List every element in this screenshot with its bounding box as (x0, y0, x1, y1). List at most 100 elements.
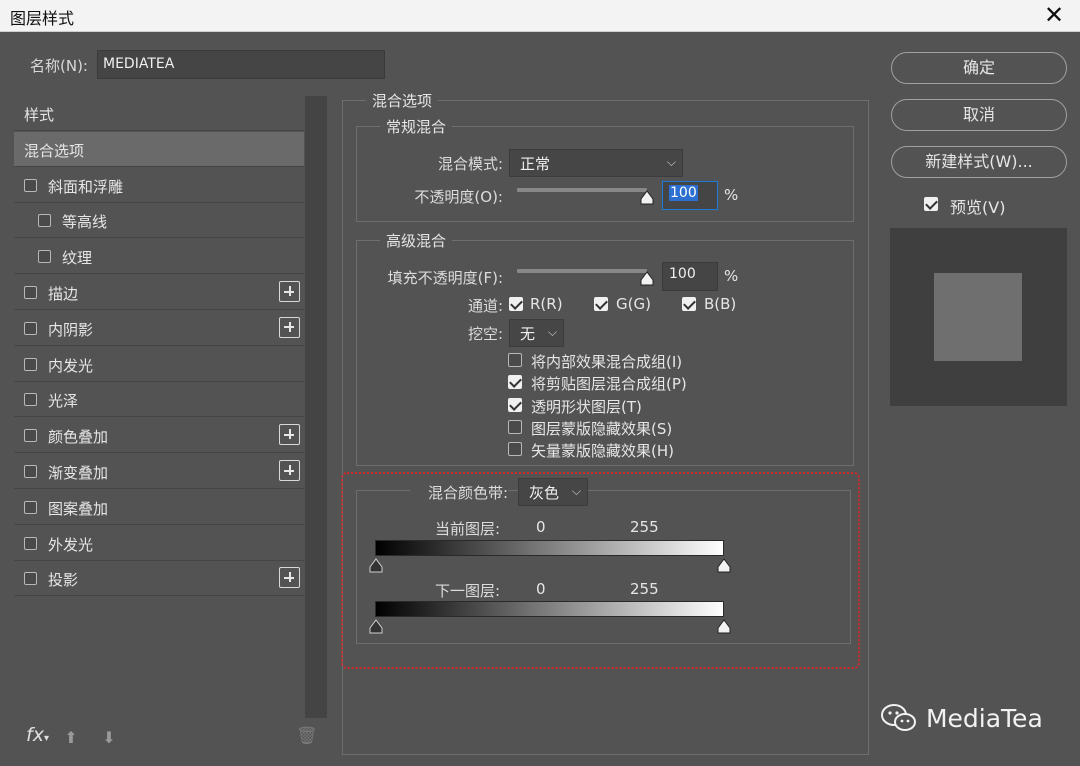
add-effect-icon[interactable] (279, 567, 300, 589)
style-checkbox[interactable] (24, 429, 37, 443)
advanced-option-label: 矢量蒙版隐藏效果(H) (531, 442, 674, 461)
channel-b-label: B(B) (704, 295, 737, 313)
move-up-icon[interactable]: ⬆ (62, 728, 80, 747)
styles-list-item-label: 纹理 (62, 249, 93, 268)
fill-opacity-label: 填充不透明度(F): (387, 269, 503, 287)
style-checkbox[interactable] (24, 393, 37, 407)
styles-list-item[interactable]: 渐变叠加 (14, 454, 304, 489)
blend-mode-label: 混合模式: (437, 155, 503, 173)
styles-list-scrollbar[interactable] (305, 96, 327, 718)
advanced-option-checkbox[interactable] (508, 375, 522, 390)
name-input[interactable]: MEDIATEA (97, 50, 385, 79)
chevron-down-icon: ⌵ (547, 325, 557, 339)
styles-list-item[interactable]: 等高线 (14, 203, 304, 239)
styles-list-item[interactable]: 内发光 (14, 346, 304, 382)
opacity-percent: % (724, 186, 739, 204)
styles-list-item-label: 投影 (48, 571, 79, 590)
preview-swatch (934, 273, 1022, 361)
general-blending-title: 常规混合 (380, 116, 453, 137)
add-effect-icon[interactable] (279, 316, 300, 338)
styles-list-item[interactable]: 斜面和浮雕 (14, 167, 304, 203)
opacity-slider-thumb[interactable] (639, 190, 655, 206)
styles-list-item-label: 光泽 (48, 392, 79, 411)
style-checkbox[interactable] (24, 465, 37, 478)
knockout-select[interactable]: 无 ⌵ (509, 319, 564, 347)
chevron-down-icon: ⌵ (666, 155, 676, 169)
styles-list: 样式混合选项斜面和浮雕等高线纹理描边内阴影内发光光泽颜色叠加渐变叠加图案叠加 外发… (14, 96, 305, 616)
blend-mode-select[interactable]: 正常 ⌵ (509, 149, 683, 177)
advanced-option-checkbox[interactable] (508, 353, 522, 367)
title-bar: 图层样式 ✕ (0, 0, 1080, 32)
styles-list-item-label: 等高线 (62, 213, 108, 232)
red-highlight-annotation (341, 472, 860, 669)
styles-list-item-label: 渐变叠加 (48, 464, 109, 482)
opacity-label: 不透明度(O): (414, 188, 503, 206)
new-style-button[interactable]: 新建样式(W)... (891, 146, 1067, 178)
blend-mode-value: 正常 (520, 155, 551, 173)
blend-options-title: 混合选项 (366, 90, 439, 111)
trash-icon[interactable]: 🗑 (296, 726, 318, 746)
watermark: MediaTea (880, 703, 1043, 733)
styles-list-item[interactable]: 描边 (14, 275, 304, 310)
advanced-blending-title: 高级混合 (380, 230, 453, 251)
styles-list-item[interactable]: 外发光 (14, 525, 304, 561)
advanced-option-checkbox[interactable] (508, 419, 522, 434)
channel-g-checkbox[interactable] (594, 297, 608, 311)
styles-list-item-label: 描边 (48, 285, 79, 303)
style-checkbox[interactable] (24, 321, 37, 335)
advanced-option-checkbox[interactable] (508, 397, 522, 412)
advanced-option-label: 透明形状图层(T) (531, 397, 642, 416)
styles-list-item[interactable]: 投影 (14, 561, 304, 597)
cancel-button[interactable]: 取消 (891, 99, 1067, 131)
styles-list-item[interactable]: 纹理 (14, 239, 304, 275)
preview-checkbox[interactable] (924, 197, 938, 211)
ok-button[interactable]: 确定 (891, 52, 1067, 84)
fill-opacity-slider-thumb[interactable] (639, 271, 655, 287)
style-checkbox[interactable] (38, 250, 51, 264)
fill-opacity-input[interactable]: 100 (662, 262, 718, 291)
opacity-slider-track[interactable] (517, 188, 647, 192)
knockout-value: 无 (520, 325, 536, 343)
advanced-option-label: 将内部效果混合成组(I) (531, 353, 683, 371)
fx-icon[interactable]: fx▾ (26, 724, 49, 746)
name-label: 名称(N): (30, 57, 88, 75)
wechat-icon (881, 704, 916, 731)
style-checkbox[interactable] (24, 500, 37, 514)
fill-opacity-slider-track[interactable] (517, 269, 647, 273)
watermark-text: MediaTea (925, 704, 1043, 733)
styles-list-item[interactable]: 颜色叠加 (14, 418, 304, 454)
styles-list-item[interactable]: 光泽 (14, 382, 304, 418)
style-checkbox[interactable] (24, 536, 37, 550)
styles-list-item-label: 样式 (24, 106, 55, 124)
add-effect-icon[interactable] (279, 424, 300, 446)
channel-b-checkbox[interactable] (682, 297, 696, 311)
channel-r-label: R(R) (530, 295, 563, 313)
styles-list-item-label: 混合选项 (24, 141, 85, 160)
channels-label: 通道: (467, 297, 503, 315)
style-checkbox[interactable] (24, 286, 37, 299)
channel-r-checkbox[interactable] (509, 297, 523, 311)
styles-list-item[interactable]: 图案叠加 (14, 489, 304, 525)
styles-list-item[interactable]: 样式 (14, 96, 304, 131)
close-icon[interactable]: ✕ (1040, 2, 1068, 28)
add-effect-icon[interactable] (279, 281, 300, 302)
advanced-option-label: 将剪贴图层混合成组(P) (531, 375, 687, 394)
channel-g-label: G(G) (616, 295, 651, 313)
styles-list-item-label: 斜面和浮雕 (48, 177, 124, 196)
move-down-icon[interactable]: ⬇ (100, 728, 118, 747)
fill-opacity-percent: % (724, 267, 739, 285)
style-checkbox[interactable] (24, 572, 37, 586)
styles-list-item-label: 颜色叠加 (48, 428, 109, 447)
add-effect-icon[interactable] (279, 460, 300, 481)
advanced-option-checkbox[interactable] (508, 442, 522, 457)
style-checkbox[interactable] (24, 178, 37, 192)
styles-list-item-label: 内阴影 (48, 320, 94, 339)
style-checkbox[interactable] (38, 214, 51, 228)
styles-list-item-label: 内发光 (48, 356, 94, 375)
preview-label: 预览(V) (950, 198, 1006, 217)
styles-list-item[interactable]: 混合选项 (14, 131, 304, 167)
style-checkbox[interactable] (24, 357, 37, 371)
styles-list-item[interactable]: 内阴影 (14, 310, 304, 346)
knockout-label: 挖空: (467, 325, 503, 343)
opacity-input[interactable]: 100 (662, 181, 718, 210)
